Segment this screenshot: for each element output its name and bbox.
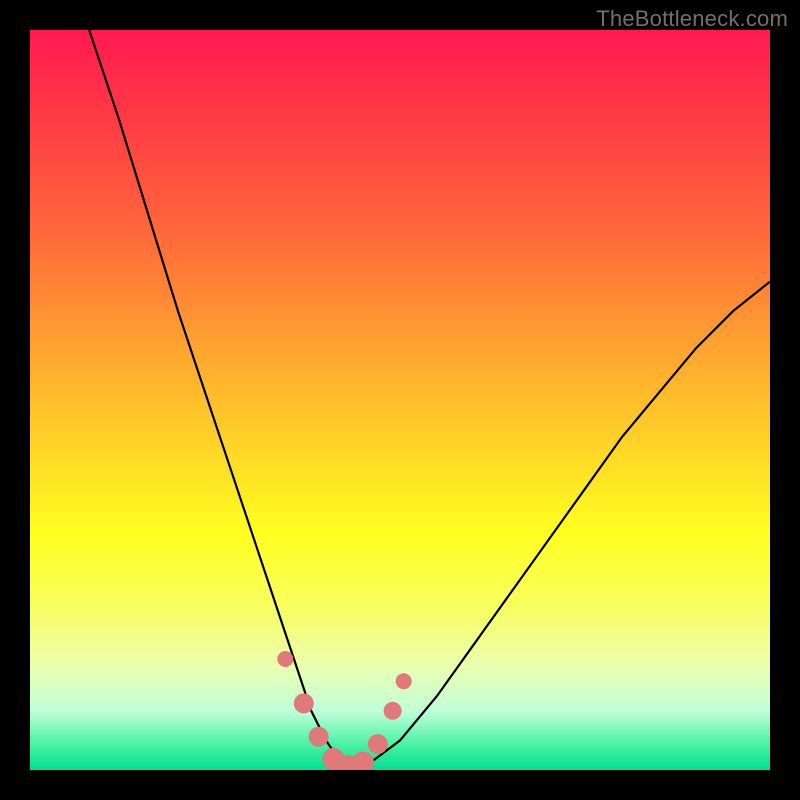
plot-area	[30, 30, 770, 770]
chart-svg	[30, 30, 770, 770]
curve-marker	[309, 727, 329, 747]
curve-marker	[396, 673, 412, 689]
bottleneck-curve	[89, 30, 770, 770]
curve-marker	[352, 752, 374, 770]
curve-marker	[384, 702, 402, 720]
watermark-label: TheBottleneck.com	[596, 6, 788, 32]
curve-marker	[277, 651, 293, 667]
curve-marker	[294, 693, 314, 713]
chart-frame: TheBottleneck.com	[0, 0, 800, 800]
curve-marker	[368, 734, 388, 754]
